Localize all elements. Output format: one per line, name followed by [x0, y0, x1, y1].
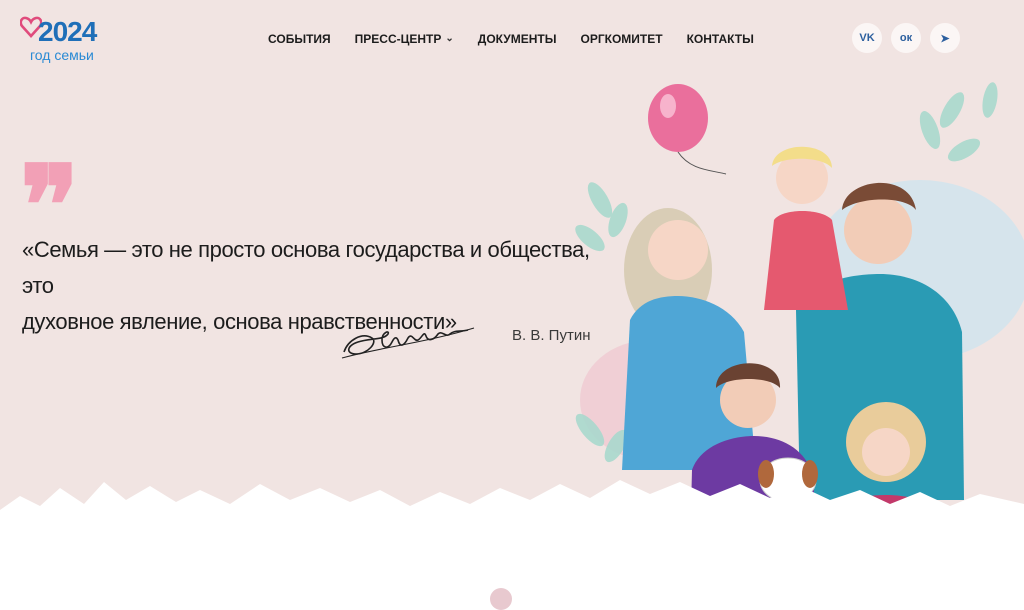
telegram-button[interactable]: ➤	[930, 23, 960, 53]
page: 2024 год семьи СОБЫТИЯ ПРЕСС-ЦЕНТР ⌄ ДОКУ…	[0, 0, 1024, 610]
odnoklassniki-button[interactable]: ок	[891, 23, 921, 53]
nav-item-press-center[interactable]: ПРЕСС-ЦЕНТР ⌄	[355, 31, 454, 47]
quote-text: «Семья — это не просто основа государств…	[22, 232, 592, 340]
vk-button[interactable]: VK	[852, 23, 882, 53]
quote-line: «Семья — это не просто основа государств…	[22, 237, 590, 298]
signature-image	[341, 327, 475, 359]
nav-item-orgcommittee[interactable]: ОРГКОМИТЕТ	[581, 31, 663, 47]
nav-label: ПРЕСС-ЦЕНТР	[354, 32, 442, 46]
logo-year: 2024	[38, 16, 97, 47]
main-nav: СОБЫТИЯ ПРЕСС-ЦЕНТР ⌄ ДОКУМЕНТЫ ОРГКОМИТЕ…	[268, 31, 754, 47]
nav-item-contacts[interactable]: КОНТАКТЫ	[687, 31, 754, 47]
nav-label: КОНТАКТЫ	[686, 32, 754, 46]
chevron-down-icon: ⌄	[445, 33, 454, 44]
decorative-dot	[490, 588, 512, 610]
nav-item-documents[interactable]: ДОКУМЕНТЫ	[478, 31, 557, 47]
logo-subtitle: год семьи	[30, 47, 94, 63]
nav-label: СОБЫТИЯ	[268, 32, 331, 46]
vk-icon: VK	[859, 32, 875, 44]
quote-line: духовное явление, основа нравственности»	[22, 309, 457, 334]
nav-label: ДОКУМЕНТЫ	[477, 32, 557, 46]
nav-label: ОРГКОМИТЕТ	[580, 32, 663, 46]
brush-stroke-divider	[0, 480, 1024, 610]
telegram-icon: ➤	[940, 32, 950, 45]
nav-item-events[interactable]: СОБЫТИЯ	[268, 31, 331, 47]
logo[interactable]: 2024 год семьи	[20, 12, 100, 64]
social-links: VK ок ➤	[852, 23, 960, 53]
odnoklassniki-icon: ок	[899, 32, 913, 44]
